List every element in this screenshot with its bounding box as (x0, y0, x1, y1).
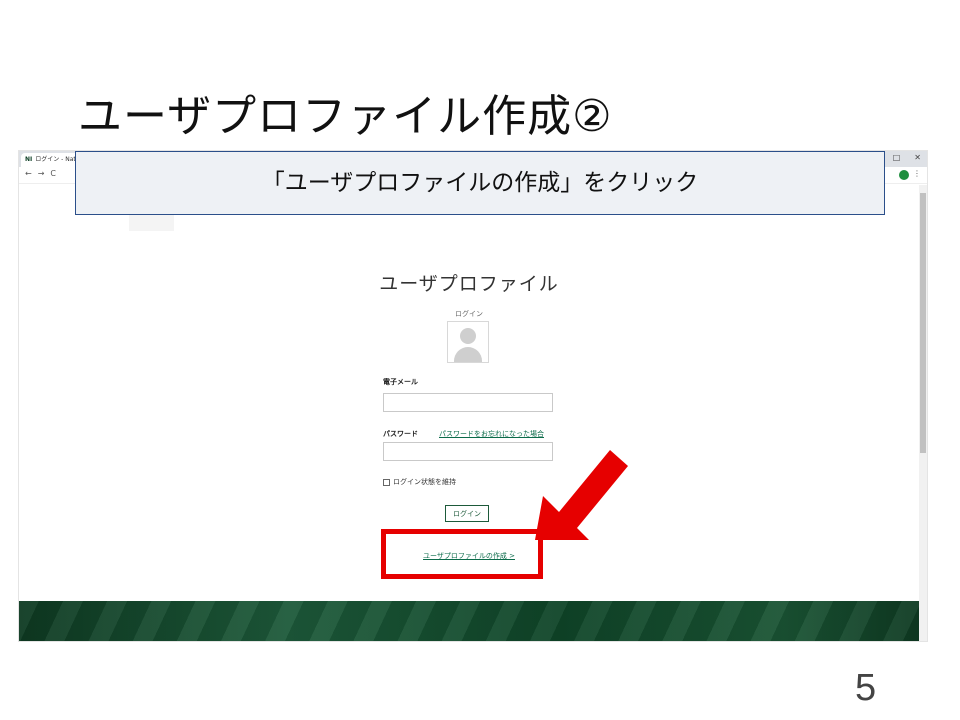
page-number: 5 (855, 667, 877, 709)
slide-title: ユーザプロファイル作成② (78, 91, 613, 142)
login-subheading: ログイン (455, 310, 483, 318)
close-icon[interactable]: ✕ (914, 153, 921, 162)
highlight-box (381, 529, 543, 579)
forward-icon[interactable]: → (38, 169, 45, 178)
email-field[interactable] (383, 393, 553, 412)
red-arrow-icon (535, 450, 628, 540)
password-field[interactable] (383, 442, 553, 461)
scrollbar-thumb[interactable] (920, 193, 926, 453)
menu-kebab-icon[interactable]: ⋮ (913, 169, 921, 178)
maximize-icon[interactable]: □ (893, 153, 901, 162)
forgot-password-link[interactable]: パスワードをお忘れになった場合 (439, 429, 544, 439)
login-heading: ユーザプロファイル (379, 273, 559, 295)
email-label: 電子メール (383, 378, 418, 386)
back-icon[interactable]: ← (25, 169, 32, 178)
checkbox-icon[interactable] (383, 478, 390, 486)
instruction-callout: 「ユーザプロファイルの作成」をクリック (75, 151, 885, 215)
nav-buttons: ← → C (25, 169, 62, 178)
ni-logo-icon: NI (25, 156, 33, 163)
login-button[interactable]: ログイン (445, 505, 489, 522)
footer-banner (19, 601, 919, 641)
profile-avatar-icon[interactable] (899, 170, 909, 180)
reload-icon[interactable]: C (50, 169, 56, 178)
scrollbar[interactable] (919, 185, 927, 641)
avatar-placeholder-icon (447, 321, 489, 363)
remember-me-checkbox[interactable]: ログイン状態を維持 (383, 477, 456, 487)
remember-label: ログイン状態を維持 (393, 478, 456, 486)
password-label: パスワード (383, 430, 418, 438)
window-controls: □ ✕ (879, 153, 921, 162)
